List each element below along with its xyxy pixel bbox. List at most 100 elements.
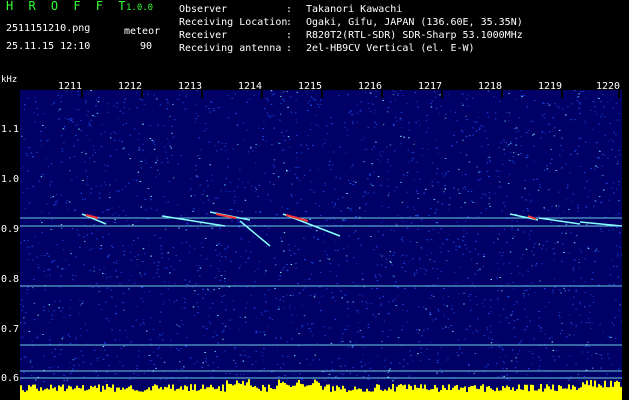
level-bar bbox=[164, 386, 166, 400]
noise-speck bbox=[336, 375, 338, 377]
noise-speck bbox=[160, 311, 162, 313]
noise-speck bbox=[140, 275, 142, 277]
noise-speck bbox=[314, 294, 316, 296]
noise-speck bbox=[318, 205, 321, 207]
noise-speck bbox=[529, 288, 531, 290]
noise-speck bbox=[25, 221, 27, 223]
noise-speck bbox=[36, 337, 38, 339]
noise-speck bbox=[392, 90, 394, 92]
noise-speck bbox=[487, 90, 490, 92]
noise-speck bbox=[531, 250, 533, 252]
noise-speck bbox=[328, 164, 331, 166]
noise-speck bbox=[57, 110, 60, 112]
noise-speck bbox=[207, 364, 209, 366]
noise-speck bbox=[577, 207, 580, 209]
noise-speck bbox=[303, 174, 306, 176]
noise-speck bbox=[123, 147, 125, 149]
level-bar bbox=[494, 391, 496, 400]
noise-speck bbox=[155, 176, 157, 178]
noise-speck bbox=[220, 149, 223, 150]
noise-speck bbox=[543, 207, 545, 209]
noise-speck bbox=[360, 366, 363, 368]
noise-speck bbox=[572, 267, 575, 269]
level-bar bbox=[248, 379, 250, 400]
noise-speck bbox=[609, 122, 611, 124]
noise-speck bbox=[125, 330, 127, 332]
noise-speck bbox=[480, 178, 482, 180]
noise-speck bbox=[172, 136, 175, 138]
noise-speck bbox=[123, 309, 125, 311]
noise-speck bbox=[589, 110, 592, 111]
noise-speck bbox=[327, 376, 330, 378]
noise-speck bbox=[136, 306, 138, 307]
noise-speck bbox=[106, 355, 108, 356]
noise-speck bbox=[90, 192, 92, 194]
noise-speck bbox=[283, 135, 285, 137]
noise-speck bbox=[503, 153, 506, 155]
noise-speck bbox=[594, 111, 596, 113]
noise-speck bbox=[80, 304, 82, 306]
noise-speck bbox=[485, 194, 487, 196]
noise-speck bbox=[444, 185, 446, 186]
noise-speck bbox=[389, 251, 392, 253]
level-bar bbox=[72, 389, 74, 400]
noise-speck bbox=[601, 175, 603, 177]
noise-speck bbox=[326, 254, 328, 256]
noise-speck bbox=[136, 259, 139, 261]
noise-speck bbox=[84, 102, 87, 104]
noise-speck bbox=[512, 282, 514, 283]
noise-speck bbox=[497, 342, 499, 343]
noise-speck bbox=[227, 158, 230, 160]
level-bar bbox=[258, 388, 260, 400]
noise-speck bbox=[107, 165, 109, 167]
noise-speck bbox=[342, 219, 345, 221]
level-bar bbox=[594, 380, 596, 400]
noise-speck bbox=[562, 108, 564, 110]
noise-speck bbox=[37, 242, 40, 244]
noise-speck bbox=[88, 122, 90, 124]
noise-speck bbox=[279, 275, 281, 277]
noise-speck bbox=[259, 211, 261, 213]
noise-speck bbox=[211, 174, 213, 176]
noise-speck bbox=[501, 255, 503, 257]
noise-speck bbox=[352, 301, 354, 303]
level-bar bbox=[380, 389, 382, 400]
noise-speck bbox=[77, 234, 80, 236]
noise-speck bbox=[393, 190, 396, 192]
noise-speck bbox=[526, 289, 528, 291]
noise-speck bbox=[448, 204, 451, 206]
noise-speck bbox=[514, 336, 516, 338]
level-bar bbox=[332, 386, 334, 400]
noise-speck bbox=[291, 338, 293, 340]
noise-speck bbox=[499, 346, 502, 348]
noise-speck bbox=[314, 354, 317, 356]
noise-speck bbox=[544, 333, 546, 335]
noise-speck bbox=[104, 170, 107, 172]
noise-speck bbox=[553, 359, 556, 361]
noise-speck bbox=[142, 301, 144, 303]
noise-speck bbox=[296, 328, 298, 330]
minute-marker bbox=[381, 90, 383, 98]
noise-speck bbox=[312, 98, 314, 100]
level-bar bbox=[584, 384, 586, 400]
noise-speck bbox=[119, 340, 121, 342]
noise-speck bbox=[286, 379, 288, 381]
noise-speck bbox=[156, 209, 158, 211]
noise-speck bbox=[53, 260, 56, 262]
noise-speck bbox=[296, 135, 298, 137]
noise-speck bbox=[140, 160, 143, 162]
noise-speck bbox=[403, 288, 406, 289]
noise-speck bbox=[483, 305, 486, 307]
noise-speck bbox=[609, 99, 612, 101]
noise-speck bbox=[156, 265, 159, 266]
level-bar bbox=[450, 390, 452, 400]
noise-speck bbox=[505, 195, 508, 197]
level-bar bbox=[542, 391, 544, 400]
noise-speck bbox=[561, 260, 563, 262]
noise-speck bbox=[524, 187, 526, 188]
noise-speck bbox=[416, 193, 419, 194]
noise-speck bbox=[109, 197, 111, 199]
level-bar bbox=[52, 388, 54, 400]
noise-speck bbox=[397, 337, 400, 339]
level-bar bbox=[256, 387, 258, 400]
